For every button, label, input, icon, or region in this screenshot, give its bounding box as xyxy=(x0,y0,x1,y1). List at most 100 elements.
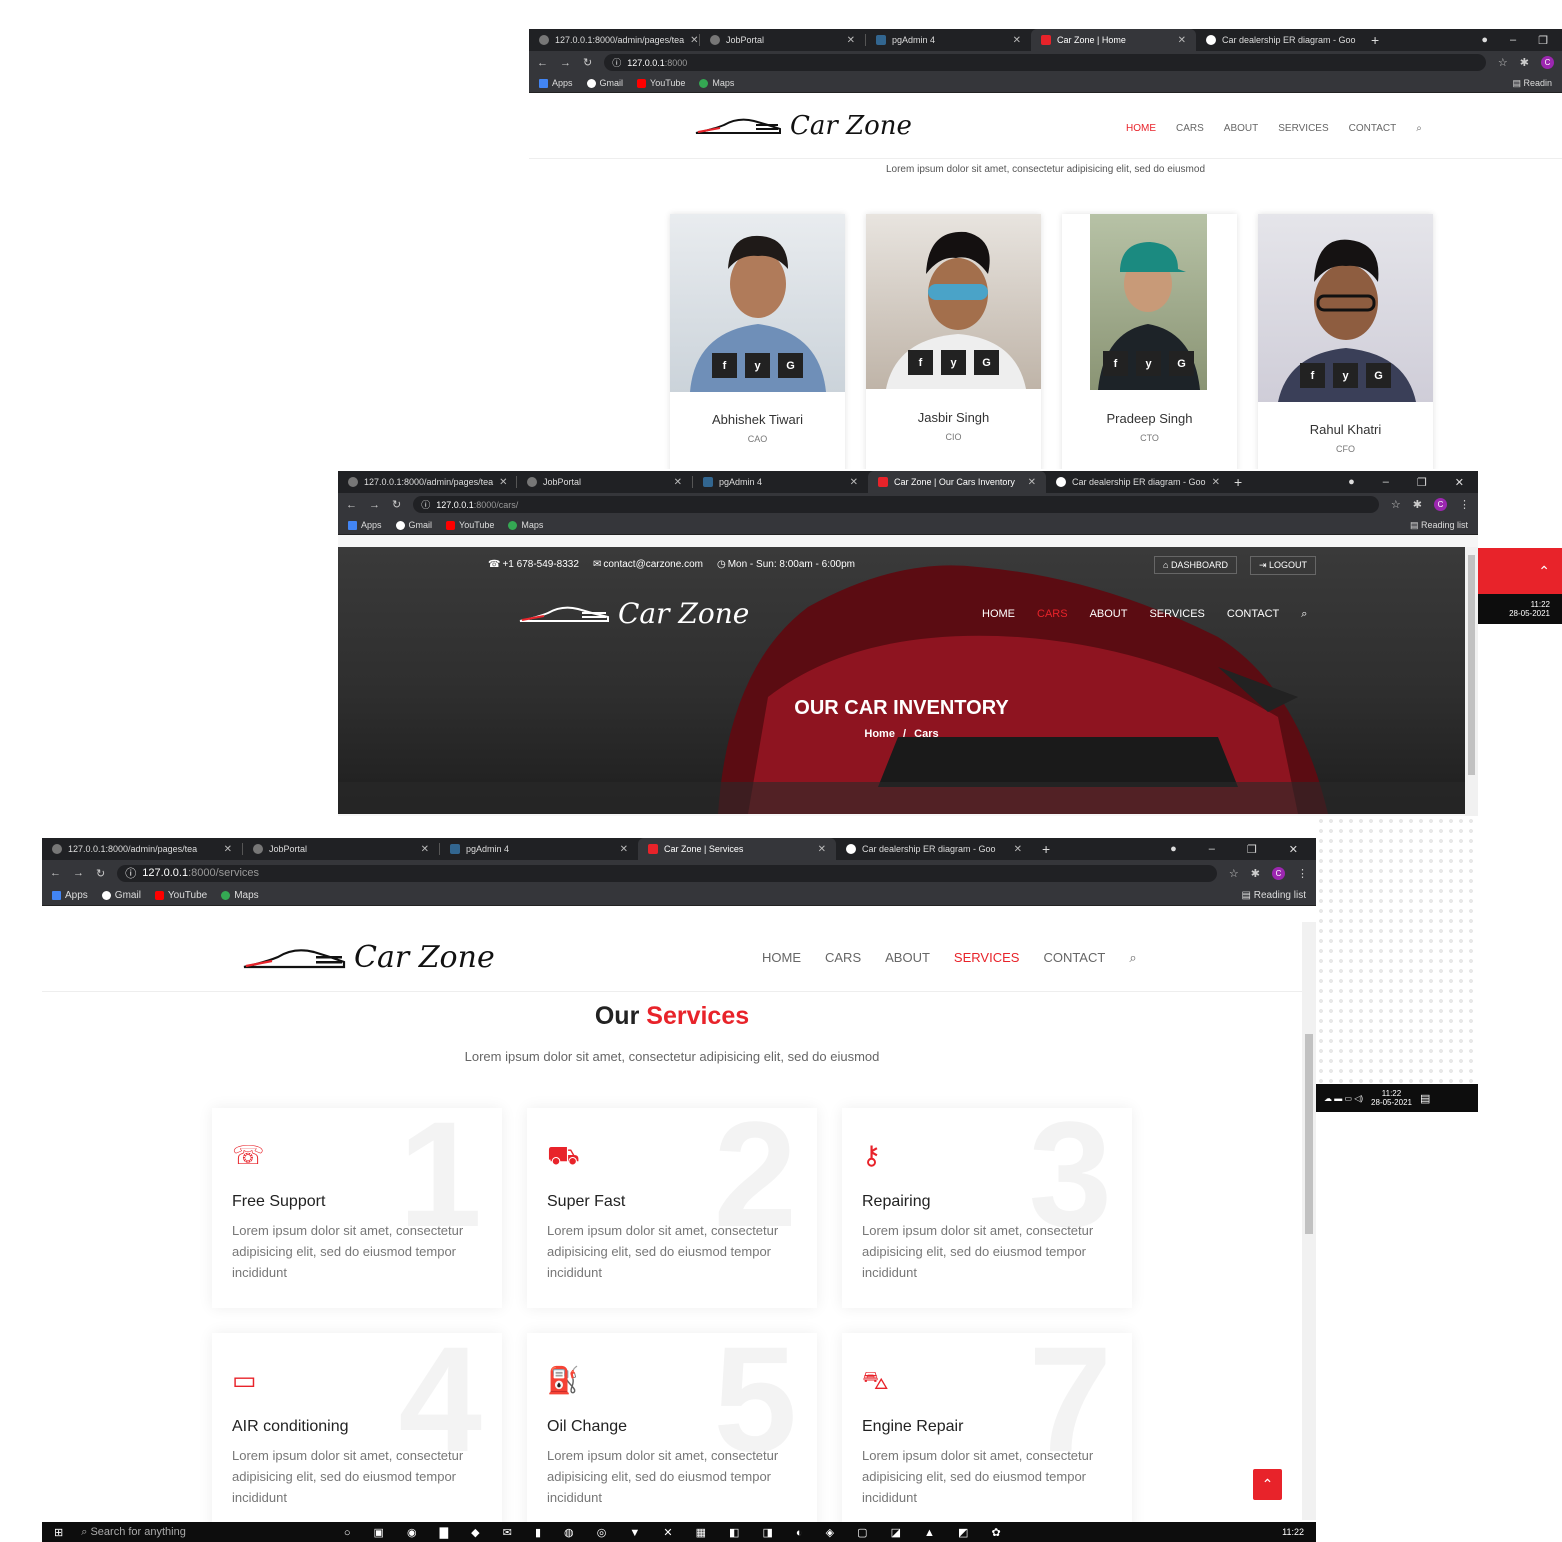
scrollbar[interactable] xyxy=(1302,922,1316,1520)
twitter-icon[interactable]: y xyxy=(745,353,770,378)
facebook-icon[interactable]: f xyxy=(712,353,737,378)
tab-admin[interactable]: 127.0.0.1:8000/admin/pages/tea ✕ xyxy=(529,29,699,51)
extensions-icon[interactable]: ✱ xyxy=(1520,56,1529,69)
logout-button[interactable]: ⇥ LOGOUT xyxy=(1250,556,1317,575)
taskbar-apps[interactable]: ○ ▣ ◉ ▇ ◆ ✉ ▮ ◍ ◎ ▼ ✕ ▦ ◧ ◨ ◐ ◈ ▢ ◪ ▲ ◩ … xyxy=(344,1526,1011,1539)
tab-admin[interactable]: 127.0.0.1:8000/admin/pages/tea ✕ xyxy=(338,471,516,493)
tab-er-diagram[interactable]: Car dealership ER diagram - Goo✕ xyxy=(836,838,1032,860)
menu-home[interactable]: HOME xyxy=(982,608,1015,621)
menu-contact[interactable]: CONTACT xyxy=(1227,608,1279,621)
twitter-icon[interactable]: y xyxy=(941,350,966,375)
reload-icon[interactable]: ↻ xyxy=(583,56,592,69)
tab-admin[interactable]: 127.0.0.1:8000/admin/pages/tea ✕ xyxy=(42,838,242,860)
profile-menu-icon[interactable]: ● xyxy=(1348,476,1355,489)
close-window-icon[interactable]: ✕ xyxy=(1455,476,1464,489)
facebook-icon[interactable]: f xyxy=(1103,351,1128,376)
reload-icon[interactable]: ↻ xyxy=(96,867,105,880)
close-icon[interactable]: ✕ xyxy=(847,35,855,46)
search-icon[interactable]: ⌕ xyxy=(1416,123,1422,134)
close-icon[interactable]: ✕ xyxy=(674,477,682,488)
close-icon[interactable]: ✕ xyxy=(850,477,858,488)
forward-icon[interactable]: → xyxy=(560,57,571,69)
notification-icon[interactable]: ▤ xyxy=(1420,1092,1430,1105)
minimize-icon[interactable]: – xyxy=(1209,843,1215,856)
facebook-icon[interactable]: f xyxy=(1300,363,1325,388)
back-to-top-button[interactable]: ⌃ xyxy=(1253,1469,1282,1500)
back-to-top-button[interactable]: ⌃ xyxy=(1478,548,1562,594)
close-icon[interactable]: ✕ xyxy=(1013,35,1021,46)
menu-about[interactable]: ABOUT xyxy=(885,950,930,966)
menu-about[interactable]: ABOUT xyxy=(1090,608,1128,621)
bookmark-maps[interactable]: Maps xyxy=(508,520,543,531)
bookmark-youtube[interactable]: YouTube xyxy=(154,890,207,901)
menu-cars[interactable]: CARS xyxy=(1037,608,1068,621)
url-input[interactable]: ⓘ 127.0.0.1:8000/services xyxy=(117,864,1217,882)
menu-contact[interactable]: CONTACT xyxy=(1043,950,1105,966)
brand-logo[interactable]: Car Zone xyxy=(242,940,495,975)
new-tab-button[interactable]: + xyxy=(1224,471,1252,493)
tab-jobportal[interactable]: JobPortal ✕ xyxy=(517,471,692,493)
bookmark-gmail[interactable]: Gmail xyxy=(395,520,432,531)
tab-jobportal[interactable]: JobPortal ✕ xyxy=(243,838,439,860)
search-icon[interactable]: ⌕ xyxy=(1301,608,1307,621)
close-window-icon[interactable]: ✕ xyxy=(1289,843,1298,856)
avatar[interactable]: C xyxy=(1272,866,1285,880)
menu-home[interactable]: HOME xyxy=(762,950,801,966)
reading-list[interactable]: ▤ Reading list xyxy=(1242,890,1307,901)
reading-list[interactable]: ▤ Readin xyxy=(1512,78,1552,89)
bookmark-apps[interactable]: Apps xyxy=(52,890,88,901)
back-icon[interactable]: ← xyxy=(50,867,61,879)
url-input[interactable]: ⓘ 127.0.0.1:8000/cars/ xyxy=(413,496,1379,513)
google-icon[interactable]: G xyxy=(1366,363,1391,388)
close-icon[interactable]: ✕ xyxy=(818,844,826,855)
url-input[interactable]: ⓘ 127.0.0.1:8000 xyxy=(604,54,1486,71)
close-icon[interactable]: ✕ xyxy=(224,844,232,855)
tray-icons[interactable]: ☁ ▬ ▭ ◁) xyxy=(1324,1094,1363,1103)
windows-start-icon[interactable]: ⊞ xyxy=(54,1526,63,1539)
bookmark-maps[interactable]: Maps xyxy=(221,890,259,901)
close-icon[interactable]: ✕ xyxy=(499,477,507,488)
taskbar-search[interactable]: ⌕ Search for anything xyxy=(81,1526,186,1539)
tab-pgadmin[interactable]: pgAdmin 4 ✕ xyxy=(440,838,638,860)
more-icon[interactable]: ⋮ xyxy=(1459,498,1470,511)
profile-menu-icon[interactable]: ● xyxy=(1481,34,1488,47)
twitter-icon[interactable]: y xyxy=(1136,351,1161,376)
menu-services[interactable]: SERVICES xyxy=(1278,123,1328,134)
menu-about[interactable]: ABOUT xyxy=(1224,123,1258,134)
restore-icon[interactable]: ❐ xyxy=(1417,476,1427,489)
extensions-icon[interactable]: ✱ xyxy=(1251,867,1260,880)
close-icon[interactable]: ✕ xyxy=(1014,844,1022,855)
bookmark-youtube[interactable]: YouTube xyxy=(446,520,494,531)
reload-icon[interactable]: ↻ xyxy=(392,498,401,511)
close-icon[interactable]: ✕ xyxy=(1028,477,1036,488)
scrollbar[interactable] xyxy=(1465,547,1478,816)
star-icon[interactable]: ☆ xyxy=(1391,498,1401,511)
bookmark-gmail[interactable]: Gmail xyxy=(101,890,141,901)
google-icon[interactable]: G xyxy=(974,350,999,375)
star-icon[interactable]: ☆ xyxy=(1229,867,1239,880)
star-icon[interactable]: ☆ xyxy=(1498,56,1508,69)
restore-icon[interactable]: ❐ xyxy=(1538,34,1548,47)
breadcrumb-home[interactable]: Home xyxy=(864,728,895,740)
bookmark-apps[interactable]: Apps xyxy=(348,520,382,531)
google-icon[interactable]: G xyxy=(1169,351,1194,376)
tab-carzone-cars[interactable]: Car Zone | Our Cars Inventory ✕ xyxy=(868,471,1046,493)
bookmark-gmail[interactable]: Gmail xyxy=(586,78,623,89)
twitter-icon[interactable]: y xyxy=(1333,363,1358,388)
search-icon[interactable]: ⌕ xyxy=(1129,950,1136,966)
forward-icon[interactable]: → xyxy=(73,867,84,879)
tab-pgadmin[interactable]: pgAdmin 4 ✕ xyxy=(866,29,1031,51)
menu-home[interactable]: HOME xyxy=(1126,123,1156,134)
back-icon[interactable]: ← xyxy=(346,499,357,511)
close-icon[interactable]: ✕ xyxy=(1178,35,1186,46)
close-icon[interactable]: ✕ xyxy=(690,35,698,46)
forward-icon[interactable]: → xyxy=(369,499,380,511)
tab-pgadmin[interactable]: pgAdmin 4 ✕ xyxy=(693,471,868,493)
bookmark-maps[interactable]: Maps xyxy=(699,78,734,89)
restore-icon[interactable]: ❐ xyxy=(1247,843,1257,856)
profile-menu-icon[interactable]: ● xyxy=(1170,843,1177,856)
minimize-icon[interactable]: – xyxy=(1383,476,1389,489)
avatar[interactable]: C xyxy=(1541,56,1554,69)
tab-carzone-services[interactable]: Car Zone | Services ✕ xyxy=(638,838,836,860)
menu-cars[interactable]: CARS xyxy=(1176,123,1204,134)
